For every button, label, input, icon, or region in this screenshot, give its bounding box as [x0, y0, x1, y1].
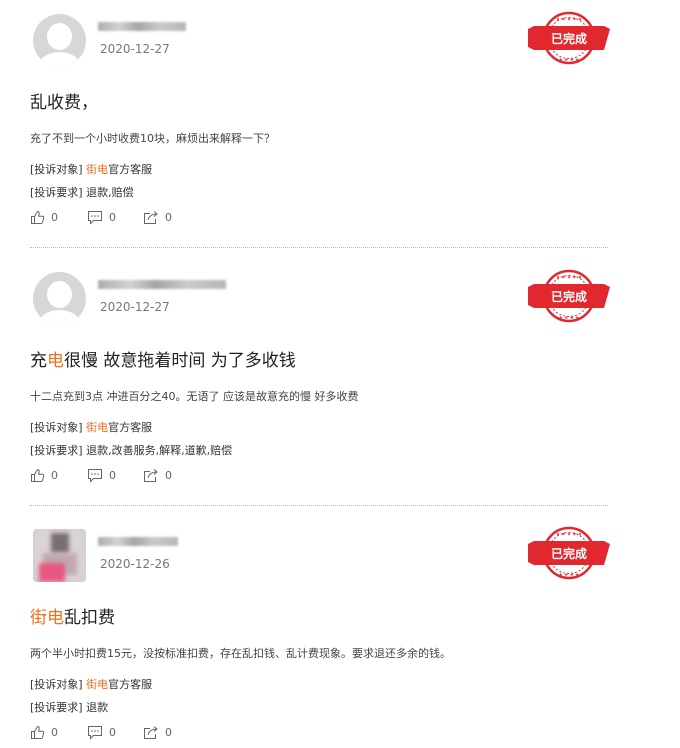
- divider: [30, 505, 608, 506]
- share-button[interactable]: 0: [143, 210, 172, 225]
- title-text-part: 很慢 故意拖着时间 为了多收钱: [64, 351, 296, 371]
- like-button[interactable]: 0: [30, 210, 58, 225]
- comment-icon: [88, 211, 102, 225]
- status-badge: 已完成: [551, 289, 587, 304]
- complaint-demand: [投诉要求] 退款,赔偿: [30, 184, 134, 200]
- complaint-description: 充了不到一个小时收费10块，麻烦出来解释一下？: [30, 132, 275, 145]
- demand-label: [投诉要求]: [30, 444, 83, 457]
- complaint-title[interactable]: 充电很慢 故意拖着时间 为了多收钱: [30, 346, 296, 371]
- comment-button[interactable]: 0: [87, 468, 116, 483]
- avatar[interactable]: [33, 529, 86, 582]
- title-highlight: 电: [47, 351, 64, 371]
- title-text: 乱收费，: [30, 93, 98, 113]
- target-rest: 官方客服: [108, 163, 153, 176]
- avatar[interactable]: [33, 272, 86, 325]
- complaint-description: 十二点充到3点 冲进百分之40。无语了 应该是故意充的慢 好多收费: [30, 390, 359, 403]
- post-date: 2020-12-27: [100, 42, 170, 56]
- share-icon: [144, 726, 158, 739]
- status-badge: 已完成: [551, 546, 587, 561]
- comment-icon: [88, 469, 102, 483]
- svg-text:★ ★ ★ ★ ★: ★ ★ ★ ★ ★: [556, 532, 582, 538]
- demand-value: 退款,改善服务,解释,道歉,赔偿: [86, 444, 233, 457]
- target-rest: 官方客服: [108, 421, 153, 434]
- target-company-link[interactable]: 街电: [86, 421, 108, 434]
- completed-stamp-icon: ★ ★ ★ ★ ★ ★ ★ ★ ★ 已完成: [528, 11, 610, 65]
- comment-button[interactable]: 0: [87, 725, 116, 740]
- thumbs-up-icon: [31, 725, 45, 739]
- target-label: [投诉对象]: [30, 678, 83, 691]
- post-date: 2020-12-26: [100, 557, 170, 571]
- avatar-body-icon: [38, 52, 81, 67]
- complaint-target: [投诉对象] 街电官方客服: [30, 419, 152, 435]
- target-company-link[interactable]: 街电: [86, 678, 108, 691]
- svg-text:★ ★ ★ ★: ★ ★ ★ ★: [559, 572, 579, 578]
- completed-stamp-icon: ★ ★ ★ ★ ★ ★ ★ ★ ★ 已完成: [528, 526, 610, 580]
- svg-text:★ ★ ★ ★ ★: ★ ★ ★ ★ ★: [556, 275, 582, 281]
- svg-text:★ ★ ★ ★: ★ ★ ★ ★: [559, 315, 579, 321]
- complaint-target: [投诉对象] 街电官方客服: [30, 676, 152, 692]
- avatar[interactable]: [33, 14, 86, 67]
- share-count: 0: [165, 726, 172, 739]
- share-icon: [144, 211, 158, 224]
- title-text-part: 充: [30, 351, 47, 371]
- share-count: 0: [165, 211, 172, 224]
- target-label: [投诉对象]: [30, 163, 83, 176]
- username-blurred[interactable]: [98, 280, 226, 289]
- complaint-feed: 2020-12-27 ★ ★ ★ ★ ★ ★ ★ ★ ★ 已完成 乱收费， 充了…: [0, 0, 680, 748]
- avatar-body-icon: [38, 310, 81, 325]
- share-icon: [144, 469, 158, 482]
- complaint-title[interactable]: 街电乱扣费: [30, 603, 115, 628]
- like-count: 0: [51, 726, 58, 739]
- avatar-head-icon: [47, 23, 72, 50]
- svg-text:★ ★ ★ ★: ★ ★ ★ ★: [559, 57, 579, 63]
- demand-value: 退款: [86, 701, 109, 714]
- complaint-target: [投诉对象] 街电官方客服: [30, 161, 152, 177]
- target-label: [投诉对象]: [30, 421, 83, 434]
- share-button[interactable]: 0: [143, 725, 172, 740]
- username-blurred[interactable]: [98, 22, 186, 31]
- thumbs-up-icon: [31, 210, 45, 224]
- comment-count: 0: [109, 726, 116, 739]
- like-count: 0: [51, 211, 58, 224]
- username-blurred[interactable]: [98, 537, 178, 546]
- target-company-link[interactable]: 街电: [86, 163, 108, 176]
- like-button[interactable]: 0: [30, 725, 58, 740]
- like-button[interactable]: 0: [30, 468, 58, 483]
- complaint-demand: [投诉要求] 退款,改善服务,解释,道歉,赔偿: [30, 442, 232, 458]
- post-date: 2020-12-27: [100, 300, 170, 314]
- title-highlight: 街电: [30, 608, 64, 628]
- title-text-part: 乱扣费: [64, 608, 115, 628]
- complaint-demand: [投诉要求] 退款: [30, 699, 108, 715]
- complaint-title[interactable]: 乱收费，: [30, 88, 98, 113]
- comment-button[interactable]: 0: [87, 210, 116, 225]
- like-count: 0: [51, 469, 58, 482]
- svg-text:★ ★ ★ ★ ★: ★ ★ ★ ★ ★: [556, 17, 582, 23]
- share-button[interactable]: 0: [143, 468, 172, 483]
- comment-count: 0: [109, 211, 116, 224]
- demand-value: 退款,赔偿: [86, 186, 134, 199]
- target-rest: 官方客服: [108, 678, 153, 691]
- divider: [30, 247, 608, 248]
- complaint-description: 两个半小时扣费15元，没按标准扣费，存在乱扣钱、乱计费现象。要求退还多余的钱。: [30, 647, 451, 660]
- share-count: 0: [165, 469, 172, 482]
- demand-label: [投诉要求]: [30, 701, 83, 714]
- comment-count: 0: [109, 469, 116, 482]
- comment-icon: [88, 726, 102, 740]
- demand-label: [投诉要求]: [30, 186, 83, 199]
- thumbs-up-icon: [31, 468, 45, 482]
- avatar-head-icon: [47, 281, 72, 308]
- status-badge: 已完成: [551, 31, 587, 46]
- completed-stamp-icon: ★ ★ ★ ★ ★ ★ ★ ★ ★ 已完成: [528, 269, 610, 323]
